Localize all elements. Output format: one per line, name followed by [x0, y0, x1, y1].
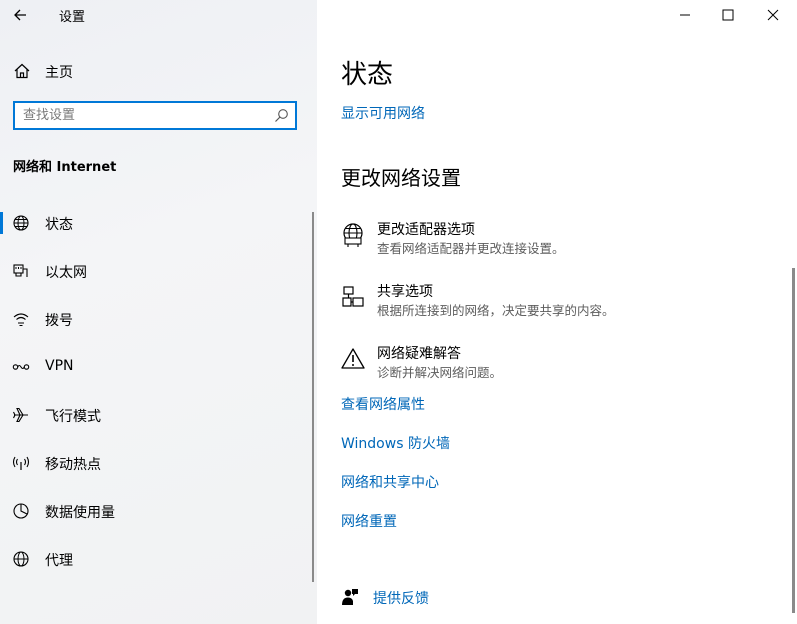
sidebar-item-label: 代理 [45, 553, 73, 569]
vpn-icon [12, 364, 30, 370]
sidebar-scrollbar[interactable] [312, 212, 314, 582]
warning-icon [341, 348, 365, 369]
search-input[interactable] [23, 106, 263, 125]
minimize-icon [680, 14, 690, 16]
active-indicator [0, 212, 3, 234]
search-box[interactable] [13, 101, 297, 130]
sidebar-item-label: 飞行模式 [45, 409, 101, 425]
close-icon [767, 9, 779, 21]
feedback-label: 提供反馈 [373, 591, 429, 607]
sidebar-item-label: VPN [45, 358, 74, 374]
change-adapter-options[interactable]: 更改适配器选项 查看网络适配器并更改连接设置。 [338, 219, 758, 265]
ethernet-icon [13, 264, 28, 277]
section-title: 网络和 Internet [13, 160, 117, 175]
home-nav-item[interactable]: 主页 [0, 56, 312, 86]
sharing-icon [342, 286, 364, 307]
data-usage-icon [13, 503, 29, 519]
app-title: 设置 [59, 10, 86, 25]
adapter-globe-icon [343, 223, 363, 247]
sharing-options[interactable]: 共享选项 根据所连接到的网络，决定要共享的内容。 [338, 281, 758, 327]
airplane-icon [13, 407, 28, 423]
sidebar-item-label: 移动热点 [45, 457, 101, 473]
sidebar-item-status[interactable]: 状态 [0, 202, 312, 242]
sidebar-item-hotspot[interactable]: 移动热点 [0, 442, 312, 482]
show-available-networks-link[interactable]: 显示可用网络 [341, 103, 425, 123]
sidebar: 设置 主页 网络和 Internet 状态 以太网 [0, 0, 317, 624]
sidebar-item-label: 以太网 [45, 265, 87, 281]
option-description: 查看网络适配器并更改连接设置。 [377, 241, 565, 256]
page-title: 状态 [341, 60, 394, 90]
change-settings-heading: 更改网络设置 [341, 166, 461, 190]
sidebar-item-vpn[interactable]: VPN [0, 346, 312, 386]
sidebar-item-label: 拨号 [45, 313, 73, 329]
home-icon [14, 63, 30, 79]
main-scrollbar[interactable] [792, 268, 795, 613]
sidebar-item-ethernet[interactable]: 以太网 [0, 250, 312, 290]
network-troubleshooter[interactable]: 网络疑难解答 诊断并解决网络问题。 [338, 343, 758, 389]
feedback-person-icon [342, 589, 358, 605]
sidebar-item-label: 状态 [45, 217, 73, 233]
sidebar-item-data-usage[interactable]: 数据使用量 [0, 490, 312, 530]
search-icon[interactable] [274, 108, 289, 123]
windows-firewall-link[interactable]: Windows 防火墙 [341, 433, 450, 453]
sidebar-item-proxy[interactable]: 代理 [0, 538, 312, 578]
view-network-properties-link[interactable]: 查看网络属性 [341, 394, 425, 414]
network-sharing-center-link[interactable]: 网络和共享中心 [341, 472, 439, 492]
maximize-icon [722, 9, 734, 21]
close-button[interactable] [750, 0, 796, 30]
option-description: 诊断并解决网络问题。 [377, 365, 503, 380]
minimize-button[interactable] [662, 0, 708, 30]
option-description: 根据所连接到的网络，决定要共享的内容。 [377, 303, 615, 318]
sidebar-item-airplane[interactable]: 飞行模式 [0, 394, 312, 434]
sidebar-item-label: 数据使用量 [45, 505, 115, 521]
option-title: 共享选项 [377, 284, 433, 300]
sidebar-item-dialup[interactable]: 拨号 [0, 298, 312, 338]
option-title: 网络疑难解答 [377, 346, 461, 362]
back-arrow-icon [14, 9, 26, 21]
maximize-button[interactable] [705, 0, 751, 30]
proxy-globe-icon [13, 551, 29, 567]
give-feedback-link[interactable]: 提供反馈 [340, 586, 540, 610]
option-title: 更改适配器选项 [377, 222, 475, 238]
hotspot-icon [12, 456, 30, 470]
back-button[interactable] [10, 4, 32, 26]
dialup-icon [13, 313, 29, 327]
globe-icon [13, 215, 29, 231]
home-label: 主页 [45, 65, 73, 81]
network-reset-link[interactable]: 网络重置 [341, 511, 397, 531]
